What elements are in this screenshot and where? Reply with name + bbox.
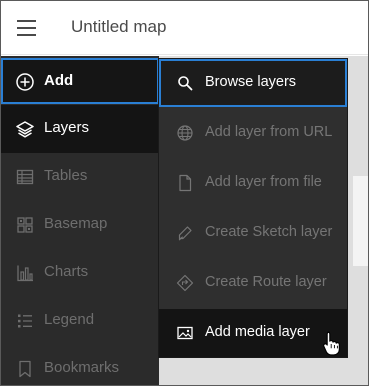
menu-item-label: Create Sketch layer [205,224,333,240]
sidebar-item-charts[interactable]: Charts [1,249,159,297]
sidebar-item-label: Tables [44,167,88,184]
sidebar-item-basemap[interactable]: Basemap [1,201,159,249]
menu-item-add-layer-from-file[interactable]: Add layer from file [159,159,347,207]
sidebar-item-label: Legend [44,311,95,328]
sidebar-item-bookmarks[interactable]: Bookmarks [1,345,159,385]
sidebar-item-label: Layers [44,119,90,136]
sidebar: Add Layers Tables Basemap Charts Legend … [1,56,159,385]
menu-item-label: Browse layers [205,74,297,90]
pencil-icon [175,223,195,243]
file-icon [175,173,195,193]
table-icon [14,166,36,188]
map-area-panel [353,176,368,266]
bar-chart-icon [14,262,36,284]
menu-item-label: Add media layer [205,324,310,340]
menu-item-create-sketch-layer[interactable]: Create Sketch layer [159,209,347,257]
menu-item-label: Add layer from file [205,174,322,190]
hamburger-menu-icon[interactable] [11,12,43,44]
sidebar-item-add[interactable]: Add [1,58,159,104]
basemap-grid-icon [14,214,36,236]
menu-item-browse-layers[interactable]: Browse layers [159,59,347,107]
app-window: Untitled map Add Layers Tables Basemap C… [0,0,369,386]
sidebar-item-label: Add [44,72,74,89]
menu-item-add-media-layer[interactable]: Add media layer [159,309,347,357]
globe-icon [175,123,195,143]
plus-circle-icon [14,71,36,93]
bookmark-icon [14,358,36,380]
menu-item-label: Create Route layer [205,274,327,290]
hamburger-line [17,34,36,36]
app-header: Untitled map [1,1,368,55]
hamburger-line [17,27,36,29]
menu-item-label: Add layer from URL [205,124,333,140]
layers-icon [14,118,36,140]
hand-pointer-cursor-icon [321,330,343,356]
sidebar-item-label: Charts [44,263,89,280]
menu-item-add-layer-from-url[interactable]: Add layer from URL [159,109,347,157]
hamburger-line [17,20,36,22]
legend-list-icon [14,310,36,332]
map-title: Untitled map [71,17,167,36]
menu-item-create-route-layer[interactable]: Create Route layer [159,259,347,307]
sidebar-item-label: Bookmarks [44,359,120,376]
add-flyout-menu: Browse layers Add layer from URL Add lay… [158,58,348,358]
search-icon [175,73,195,93]
sidebar-item-legend[interactable]: Legend [1,297,159,345]
sidebar-item-layers[interactable]: Layers [1,105,159,153]
sidebar-item-label: Basemap [44,215,108,232]
image-icon [175,323,195,343]
route-icon [175,273,195,293]
sidebar-item-tables[interactable]: Tables [1,153,159,201]
